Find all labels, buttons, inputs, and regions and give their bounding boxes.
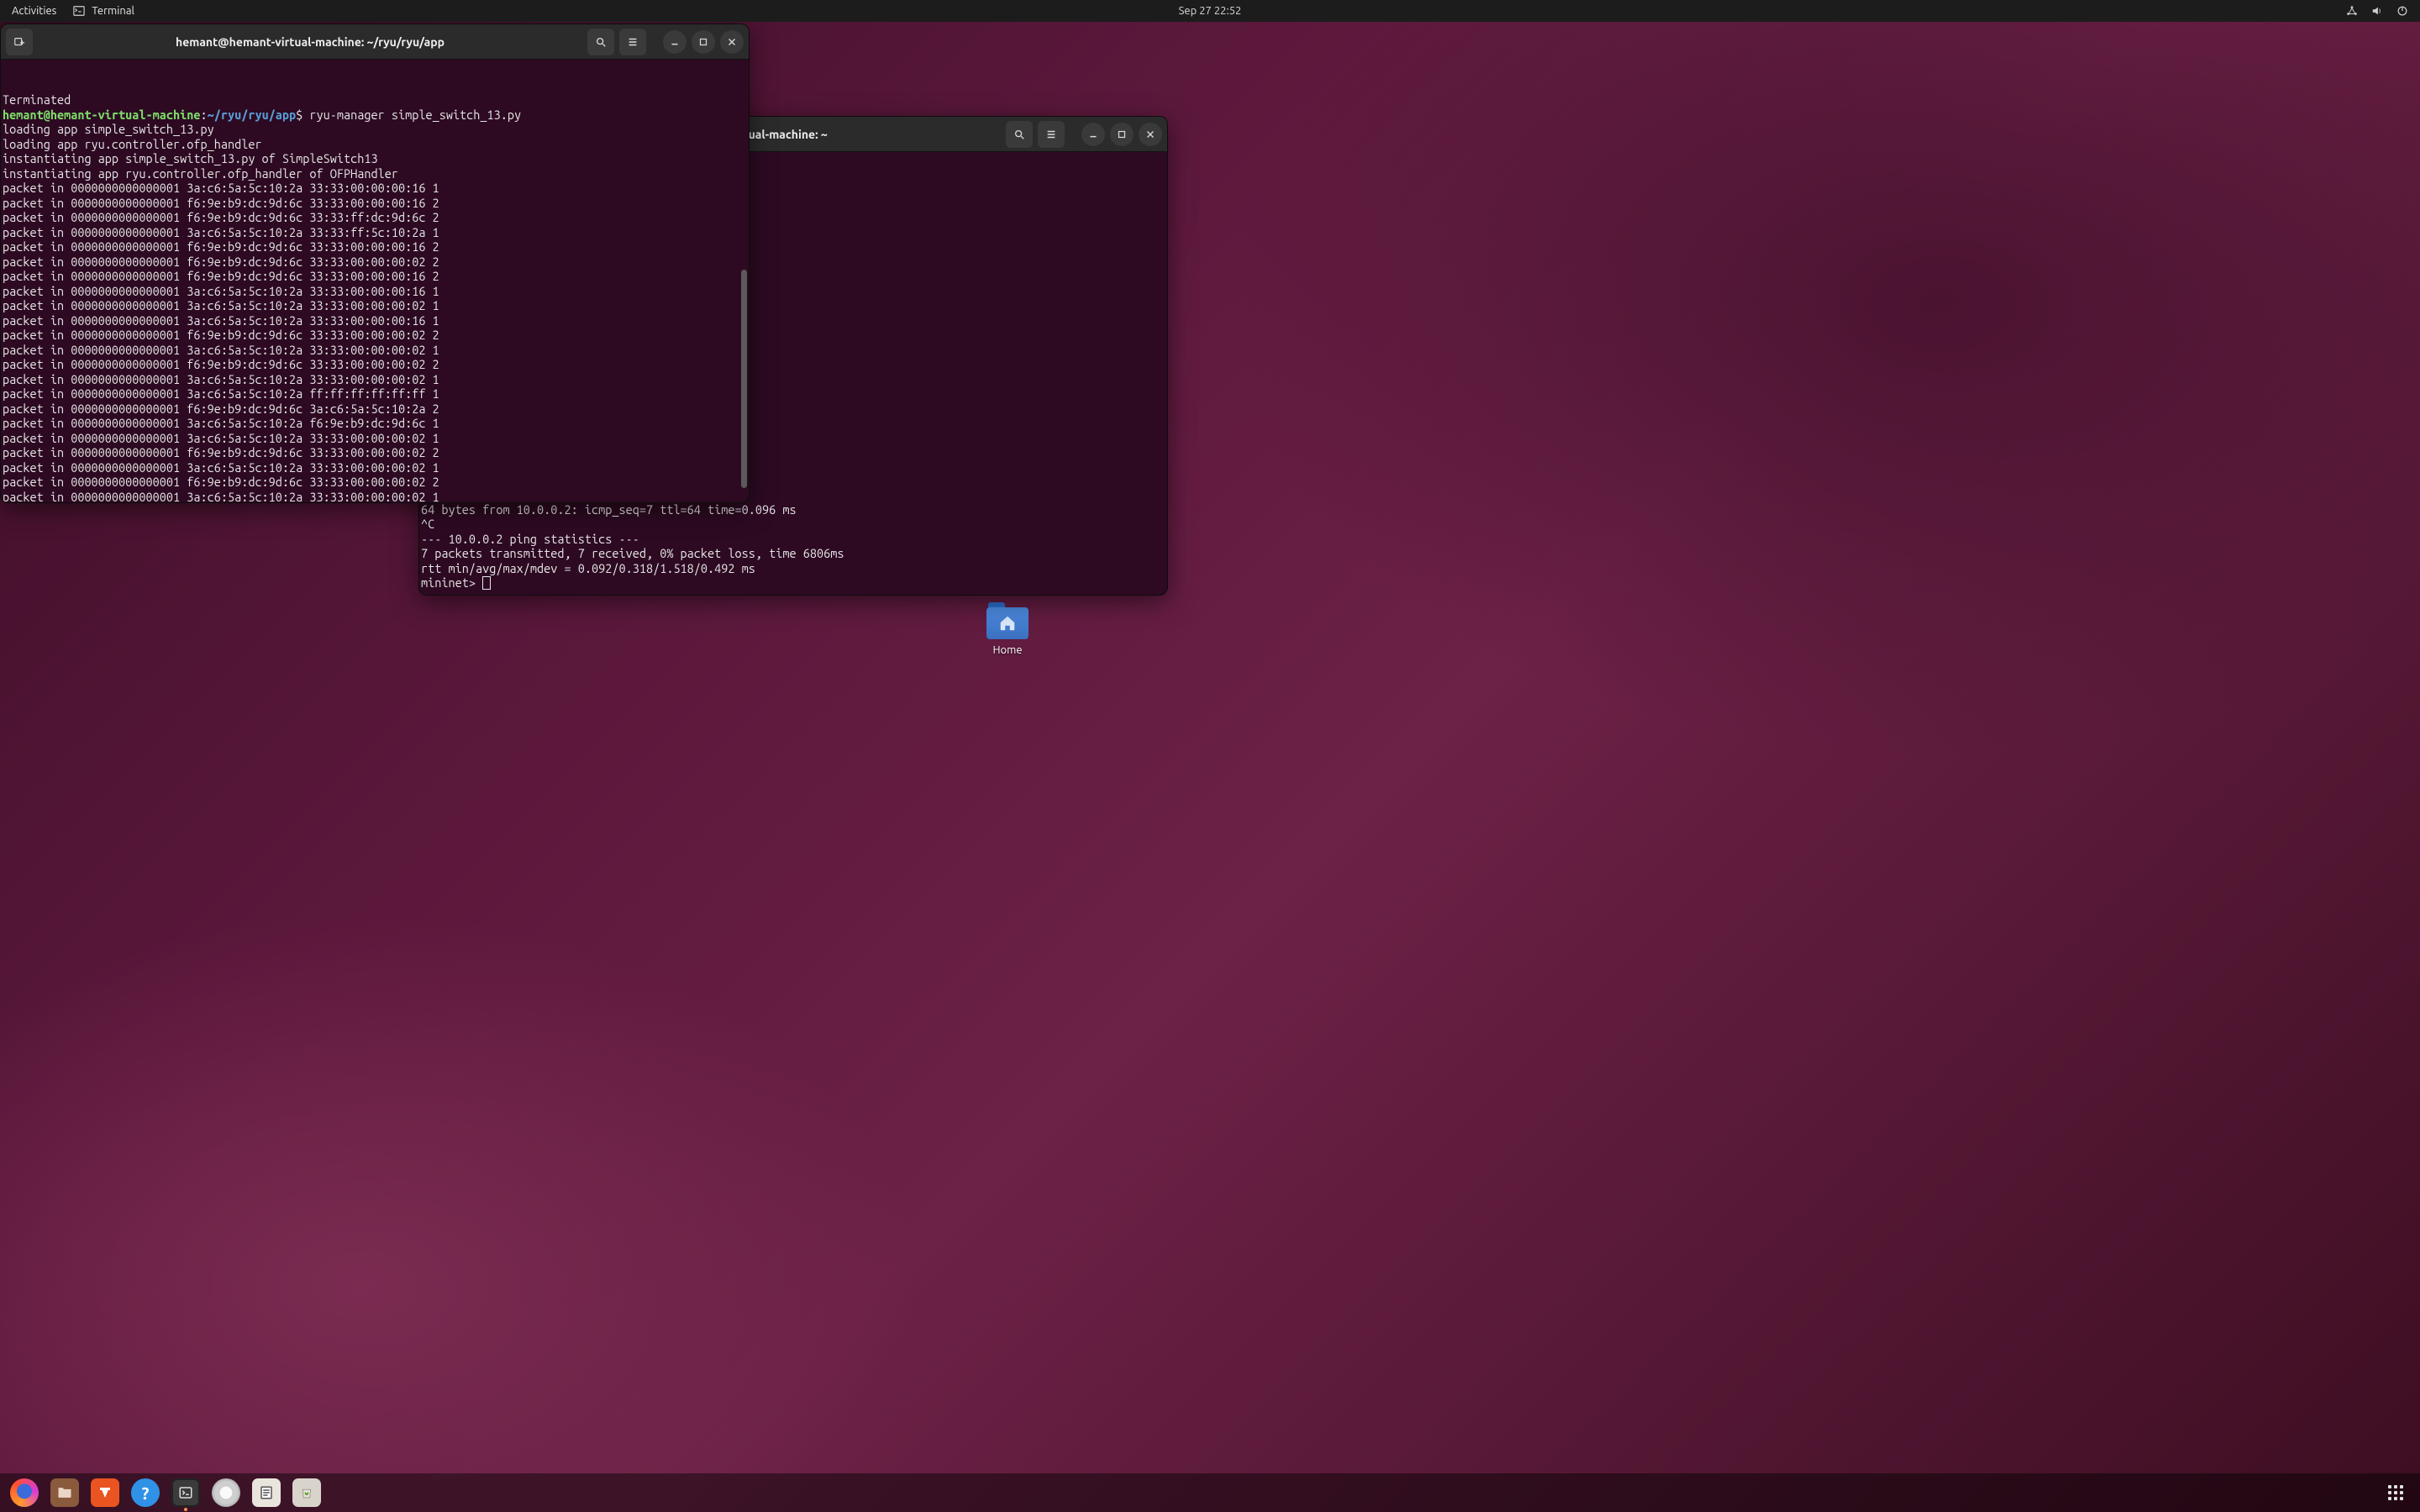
dock-files[interactable]	[50, 1478, 79, 1507]
topbar-app-name: Terminal	[92, 5, 134, 17]
dock-firefox[interactable]	[10, 1478, 39, 1507]
gnome-topbar: Activities Terminal Sep 27 22:52	[0, 0, 2420, 22]
dock-text-editor[interactable]	[252, 1478, 281, 1507]
scrollbar-thumb[interactable]	[741, 270, 747, 488]
topbar-app-indicator[interactable]: Terminal	[73, 5, 134, 17]
new-tab-button[interactable]	[6, 29, 33, 55]
hamburger-menu-button[interactable]	[619, 29, 646, 55]
network-icon[interactable]	[2346, 5, 2358, 17]
close-button[interactable]	[720, 30, 744, 54]
dock-show-apps[interactable]	[2381, 1478, 2410, 1507]
grid-icon	[2388, 1485, 2403, 1500]
terminal-icon	[73, 5, 85, 17]
dock-terminal[interactable]	[171, 1478, 200, 1507]
volume-icon[interactable]	[2371, 5, 2383, 17]
dock: ?	[0, 1473, 2420, 1512]
minimize-button[interactable]	[1081, 123, 1105, 146]
dock-software[interactable]	[91, 1478, 119, 1507]
hamburger-menu-button[interactable]	[1038, 121, 1065, 148]
topbar-clock[interactable]: Sep 27 22:52	[1179, 5, 1242, 17]
terminal-output[interactable]: Terminatedhemant@hemant-virtual-machine:…	[1, 60, 749, 502]
dock-help[interactable]: ?	[131, 1478, 160, 1507]
power-icon[interactable]	[2396, 5, 2408, 17]
desktop-icon-label: Home	[983, 644, 1032, 656]
dock-trash[interactable]	[292, 1478, 321, 1507]
window-title: hemant@hemant-virtual-machine: ~/ryu/ryu…	[38, 35, 582, 49]
maximize-button[interactable]	[692, 30, 715, 54]
terminal-window-ryu[interactable]: hemant@hemant-virtual-machine: ~/ryu/ryu…	[0, 24, 750, 503]
minimize-button[interactable]	[663, 30, 687, 54]
maximize-button[interactable]	[1110, 123, 1134, 146]
search-button[interactable]	[587, 29, 614, 55]
close-button[interactable]	[1139, 123, 1162, 146]
dock-disc[interactable]	[212, 1478, 240, 1507]
desktop-home-folder[interactable]: Home	[983, 602, 1032, 656]
activities-button[interactable]: Activities	[12, 5, 56, 17]
search-button[interactable]	[1006, 121, 1033, 148]
titlebar[interactable]: hemant@hemant-virtual-machine: ~/ryu/ryu…	[1, 24, 749, 60]
folder-icon	[986, 602, 1028, 639]
